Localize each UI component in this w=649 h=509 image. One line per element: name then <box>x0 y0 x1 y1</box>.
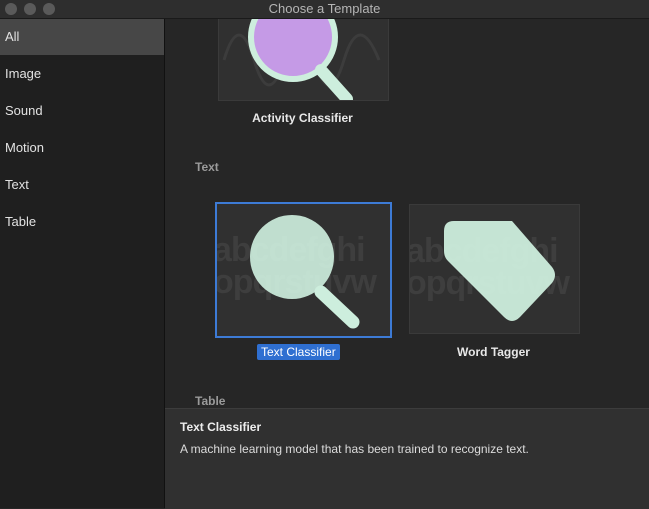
window-title: Choose a Template <box>268 1 381 16</box>
section-header-table: Table <box>195 394 226 408</box>
magnifier-text-icon <box>250 215 360 329</box>
sidebar-item-text[interactable]: Text <box>0 167 164 203</box>
tag-text-icon <box>444 221 555 321</box>
category-sidebar: All Image Sound Motion Text Table <box>0 19 165 508</box>
template-grid[interactable]: Activity Classifier Text abcdefghiopqrst… <box>165 19 649 408</box>
text-classifier-label: Text Classifier <box>257 344 340 360</box>
activity-classifier-label: Activity Classifier <box>252 111 353 125</box>
magnifier-waveform-icon <box>222 19 381 100</box>
sidebar-item-all[interactable]: All <box>0 19 164 55</box>
section-header-text: Text <box>195 160 219 174</box>
sidebar-item-image[interactable]: Image <box>0 56 164 92</box>
text-classifier-card[interactable]: abcdefghiopqrstuvw <box>215 202 392 338</box>
selected-template-description: A machine learning model that has been t… <box>180 442 529 456</box>
sidebar-item-table[interactable]: Table <box>0 204 164 240</box>
word-tagger-card[interactable]: abcdefghiopqrstuvw <box>409 204 580 334</box>
selected-template-title: Text Classifier <box>180 420 262 434</box>
word-tagger-label: Word Tagger <box>457 345 530 359</box>
title-bar: Choose a Template <box>0 0 649 19</box>
activity-classifier-card[interactable] <box>218 19 389 101</box>
sidebar-item-sound[interactable]: Sound <box>0 93 164 129</box>
sidebar-item-motion[interactable]: Motion <box>0 130 164 166</box>
template-details-panel: Text Classifier A machine learning model… <box>165 408 649 509</box>
